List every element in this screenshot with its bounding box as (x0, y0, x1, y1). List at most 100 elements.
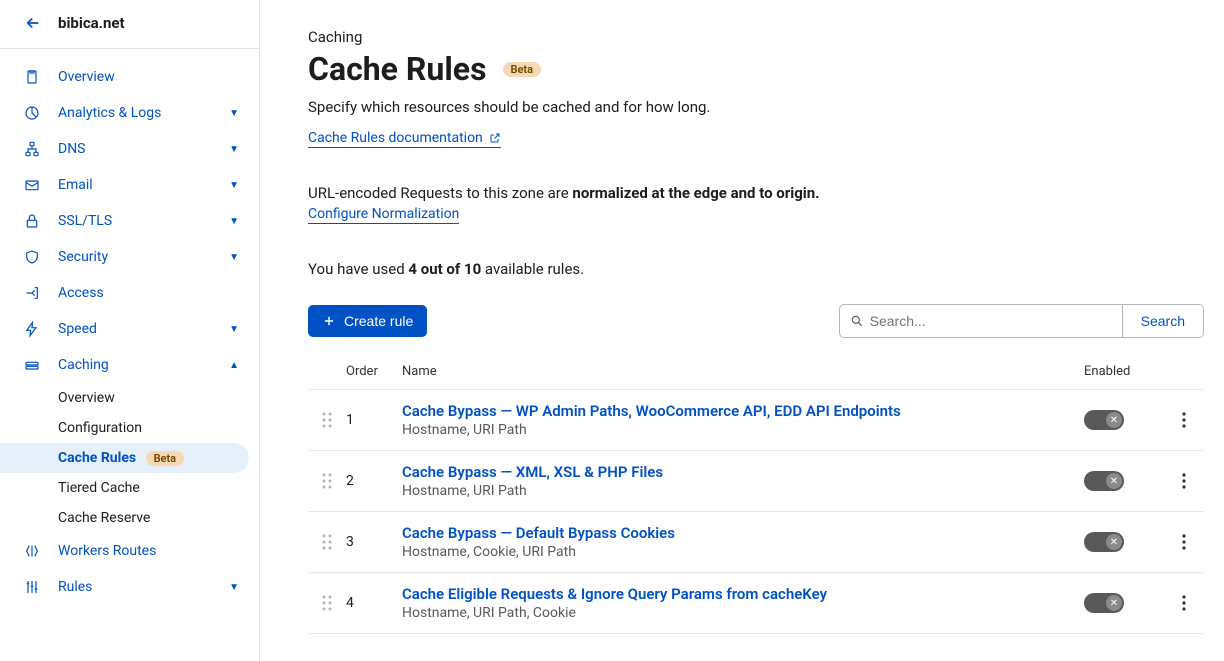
search-icon (850, 314, 864, 328)
chevron-up-icon: ▲ (229, 360, 239, 371)
sub-item-cache-rules[interactable]: Cache Rules Beta (0, 443, 249, 473)
main-content: Caching Cache Rules Beta Specify which r… (260, 0, 1224, 661)
rule-name-link[interactable]: Cache Bypass — XML, XSL & PHP Files (402, 463, 1084, 481)
row-actions-menu[interactable] (1178, 591, 1190, 615)
sub-item-cache-reserve[interactable]: Cache Reserve (0, 503, 259, 533)
norm-bold: normalized at the edge and to origin. (572, 184, 819, 202)
workers-icon (24, 543, 40, 559)
sidebar-item-security[interactable]: Security ▼ (0, 239, 259, 275)
sidebar: bibica.net Overview Analytics & Logs ▼ D… (0, 0, 260, 661)
enabled-toggle[interactable]: ✕ (1084, 532, 1124, 552)
sidebar-item-rules[interactable]: Rules ▼ (0, 569, 259, 605)
caching-subnav: Overview Configuration Cache Rules Beta … (0, 383, 259, 533)
access-icon (24, 285, 40, 301)
sidebar-item-analytics[interactable]: Analytics & Logs ▼ (0, 95, 259, 131)
shield-icon (24, 249, 40, 265)
sub-item-overview[interactable]: Overview (0, 383, 259, 413)
drag-handle-icon[interactable] (308, 594, 346, 612)
row-actions-menu[interactable] (1178, 530, 1190, 554)
toggle-knob-x-icon: ✕ (1106, 534, 1122, 550)
table-row: 3 Cache Bypass — Default Bypass Cookies … (308, 512, 1204, 573)
enabled-toggle[interactable]: ✕ (1084, 593, 1124, 613)
drag-handle-icon[interactable] (308, 411, 346, 429)
beta-badge: Beta (146, 451, 185, 466)
rule-order: 1 (346, 412, 402, 428)
chevron-down-icon: ▼ (229, 180, 239, 191)
nav-label: Security (58, 249, 211, 265)
chevron-down-icon: ▼ (229, 108, 239, 119)
bolt-icon (24, 321, 40, 337)
rule-name-link[interactable]: Cache Eligible Requests & Ignore Query P… (402, 585, 1084, 603)
nav-label: SSL/TLS (58, 213, 211, 229)
sidebar-item-ssl[interactable]: SSL/TLS ▼ (0, 203, 259, 239)
chevron-down-icon: ▼ (229, 324, 239, 335)
rule-info: Cache Bypass — XML, XSL & PHP Files Host… (402, 463, 1084, 499)
enabled-toggle[interactable]: ✕ (1084, 410, 1124, 430)
sidebar-item-caching[interactable]: Caching ▲ (0, 347, 259, 383)
sidebar-item-dns[interactable]: DNS ▼ (0, 131, 259, 167)
chevron-down-icon: ▼ (229, 144, 239, 155)
search-button[interactable]: Search (1122, 305, 1203, 337)
nav-label: Caching (58, 357, 211, 373)
rule-fields: Hostname, URI Path (402, 422, 1084, 438)
nav-label: Rules (58, 579, 211, 595)
nav-label: Analytics & Logs (58, 105, 211, 121)
nav-label: Speed (58, 321, 211, 337)
configure-normalization-link[interactable]: Configure Normalization (308, 206, 459, 224)
enabled-toggle[interactable]: ✕ (1084, 471, 1124, 491)
rule-order: 4 (346, 595, 402, 611)
enabled-toggle-wrap: ✕ (1084, 410, 1164, 430)
rule-info: Cache Bypass — WP Admin Paths, WooCommer… (402, 402, 1084, 438)
enabled-toggle-wrap: ✕ (1084, 593, 1164, 613)
col-order-header: Order (346, 364, 402, 379)
rule-name-link[interactable]: Cache Bypass — WP Admin Paths, WooCommer… (402, 402, 1084, 420)
create-rule-button[interactable]: Create rule (308, 305, 427, 337)
usage-suffix: available rules. (481, 260, 584, 278)
sidebar-item-workers[interactable]: Workers Routes (0, 533, 259, 569)
rules-header: Order Name Enabled (308, 356, 1204, 390)
rules-table: Order Name Enabled 1 Cache Bypass — WP A… (308, 356, 1204, 634)
table-row: 4 Cache Eligible Requests & Ignore Query… (308, 573, 1204, 634)
pie-icon (24, 105, 40, 121)
sidebar-item-speed[interactable]: Speed ▼ (0, 311, 259, 347)
nav: Overview Analytics & Logs ▼ DNS ▼ Email … (0, 49, 259, 615)
enabled-toggle-wrap: ✕ (1084, 471, 1164, 491)
col-name-header: Name (402, 364, 1084, 379)
rule-fields: Hostname, URI Path, Cookie (402, 605, 1084, 621)
toggle-knob-x-icon: ✕ (1106, 595, 1122, 611)
usage-prefix: You have used (308, 260, 408, 278)
drive-icon (24, 357, 40, 373)
sidebar-item-access[interactable]: Access (0, 275, 259, 311)
sub-item-tiered-cache[interactable]: Tiered Cache (0, 473, 259, 503)
rule-name-link[interactable]: Cache Bypass — Default Bypass Cookies (402, 524, 1084, 542)
search-group: Search (839, 304, 1204, 338)
normalization-text: URL-encoded Requests to this zone are no… (308, 184, 1204, 202)
page-title: Cache Rules (308, 50, 487, 88)
chevron-down-icon: ▼ (229, 252, 239, 263)
search-input[interactable] (864, 305, 1112, 337)
drag-handle-icon[interactable] (308, 533, 346, 551)
rule-order: 3 (346, 534, 402, 550)
usage-bold: 4 out of 10 (408, 260, 481, 278)
table-row: 2 Cache Bypass — XML, XSL & PHP Files Ho… (308, 451, 1204, 512)
rules-icon (24, 579, 40, 595)
row-actions-menu[interactable] (1178, 469, 1190, 493)
table-row: 1 Cache Bypass — WP Admin Paths, WooComm… (308, 390, 1204, 451)
nav-label: Workers Routes (58, 543, 239, 559)
toggle-knob-x-icon: ✕ (1106, 473, 1122, 489)
sidebar-item-overview[interactable]: Overview (0, 59, 259, 95)
clipboard-icon (24, 69, 40, 85)
sidebar-item-email[interactable]: Email ▼ (0, 167, 259, 203)
documentation-link[interactable]: Cache Rules documentation (308, 130, 501, 148)
sub-item-configuration[interactable]: Configuration (0, 413, 259, 443)
external-link-icon (489, 132, 501, 144)
rule-info: Cache Bypass — Default Bypass Cookies Ho… (402, 524, 1084, 560)
drag-handle-icon[interactable] (308, 472, 346, 490)
usage-text: You have used 4 out of 10 available rule… (308, 260, 1204, 278)
site-name[interactable]: bibica.net (58, 14, 125, 32)
toolbar: Create rule Search (308, 304, 1204, 338)
back-arrow-icon[interactable] (24, 14, 42, 32)
row-actions-menu[interactable] (1178, 408, 1190, 432)
mail-icon (24, 177, 40, 193)
nav-label: Email (58, 177, 211, 193)
